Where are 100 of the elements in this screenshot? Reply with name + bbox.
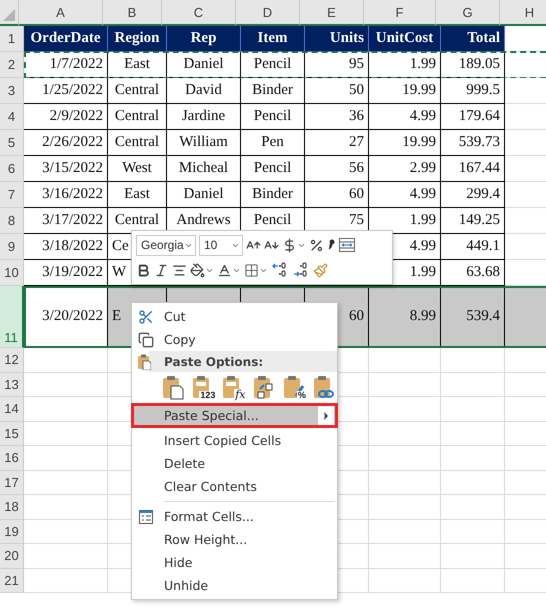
menu-item[interactable]: Row Height...	[132, 528, 337, 552]
row-header[interactable]: 20	[0, 544, 24, 568]
cell-text: Pencil	[254, 108, 292, 125]
select-all-corner[interactable]	[0, 0, 19, 26]
merge-button[interactable]	[338, 235, 356, 255]
row-header[interactable]: 3	[0, 78, 24, 104]
cell-text: 189.05	[458, 56, 500, 73]
cell-text: 60	[349, 308, 364, 325]
paintbrush-icon	[313, 262, 328, 278]
row-header[interactable]: 16	[0, 446, 24, 470]
menu-item[interactable]: Delete	[132, 452, 337, 476]
table-cell	[369, 568, 441, 593]
table-cell	[441, 446, 505, 470]
menu-item[interactable]: Cut	[132, 305, 337, 328]
cell-text: 539.73	[458, 134, 500, 151]
cell-text: 3/19/2022	[42, 264, 103, 281]
cell-text: 1/7/2022	[50, 56, 103, 73]
cell-text: David	[185, 82, 222, 99]
cell-text: 1.99	[410, 56, 436, 73]
cell-text: 2/9/2022	[50, 108, 103, 125]
cell-text: West	[122, 160, 152, 177]
menu-item[interactable]: Clear Contents	[132, 475, 337, 498]
row-header[interactable]: 17	[0, 470, 24, 495]
menu-item[interactable]: Insert Copied Cells	[132, 429, 337, 452]
row-header[interactable]: 18	[0, 495, 24, 520]
cell-text: Binder	[252, 82, 293, 99]
row-header[interactable]: 15	[0, 422, 24, 446]
table-cell	[441, 495, 505, 520]
cell-text: UnitCost	[376, 30, 434, 47]
table-cell	[369, 372, 441, 397]
column-header[interactable]: E	[300, 0, 364, 26]
paste-option-button[interactable]: 123	[190, 374, 216, 400]
table-cell	[369, 495, 441, 520]
cell-text: 4.99	[410, 186, 436, 203]
row-header[interactable]: 14	[0, 397, 24, 422]
cell-text: William	[179, 134, 228, 151]
column-header[interactable]: G	[436, 0, 500, 26]
cell-text: E	[112, 308, 122, 325]
font-field[interactable]: Georgia	[136, 234, 196, 256]
cell-text: 3/17/2022	[42, 212, 103, 229]
paste-option-button[interactable]: fx	[220, 374, 247, 400]
cell-text: 2/26/2022	[42, 134, 103, 151]
row-header[interactable]: 19	[0, 520, 24, 544]
cell-text: 3/16/2022	[42, 186, 103, 203]
cell-text: 8.99	[410, 308, 436, 325]
row-header[interactable]: 9	[0, 234, 24, 260]
submenu-item[interactable]: Paste Special...	[132, 404, 337, 428]
cell-text: 4.99	[410, 108, 436, 125]
cell-text: 27	[349, 134, 364, 151]
cell-text: 36	[349, 108, 364, 125]
row-header[interactable]: 4	[0, 104, 24, 130]
merge-cells-icon	[338, 237, 356, 253]
format-cells-icon	[138, 509, 154, 526]
triangle-icon	[3, 9, 15, 21]
column-header[interactable]: A	[19, 0, 103, 26]
cell-text: W	[112, 264, 126, 281]
font-size-field[interactable]: 10	[199, 234, 243, 256]
column-header[interactable]: F	[364, 0, 436, 26]
row-header[interactable]: 6	[0, 156, 24, 182]
cell-text: 1/25/2022	[42, 82, 103, 99]
column-header[interactable]: B	[103, 0, 162, 26]
cell-text: 50	[349, 82, 364, 99]
row-header[interactable]: 1	[0, 26, 24, 52]
paste-option-button[interactable]	[160, 374, 186, 400]
cell-text: Ce	[112, 238, 129, 255]
table-cell	[369, 520, 441, 544]
paste-option-button[interactable]: %	[280, 374, 307, 400]
menu-item[interactable]: Copy	[132, 328, 337, 351]
cell-text: East	[124, 56, 150, 73]
cell-text: Central	[114, 212, 160, 229]
cell-text: Pencil	[254, 212, 292, 229]
menu-item[interactable]: Format Cells...	[132, 505, 337, 528]
column-header[interactable]: H	[500, 0, 546, 26]
cell-text: OrderDate	[30, 30, 100, 47]
paint-bucket-icon	[190, 262, 205, 278]
cell-text: 1.99	[410, 212, 436, 229]
column-header[interactable]: C	[162, 0, 236, 26]
percent-icon	[309, 238, 324, 252]
cell-text: 999.5	[466, 82, 500, 99]
cell-text: 149.25	[458, 212, 500, 229]
row-header[interactable]: 2	[0, 52, 24, 78]
cell-text: 19.99	[402, 134, 436, 151]
row-header[interactable]: 21	[0, 568, 24, 593]
row-header[interactable]: 13	[0, 372, 24, 397]
menu-item[interactable]: Hide	[132, 551, 337, 574]
table-cell	[441, 397, 505, 422]
row-header[interactable]: 7	[0, 182, 24, 208]
table-cell	[441, 544, 505, 568]
cell-text: Pencil	[254, 160, 292, 177]
italic-icon	[154, 262, 169, 278]
row-header[interactable]: 10	[0, 260, 24, 286]
row-header[interactable]: 8	[0, 208, 24, 234]
cell-text: 3/20/2022	[42, 308, 103, 325]
menu-item[interactable]: Unhide	[132, 574, 337, 598]
row-header[interactable]: 5	[0, 130, 24, 156]
cell-text: 299.4	[466, 186, 500, 203]
row-header[interactable]: 11	[0, 286, 24, 348]
column-header[interactable]: D	[236, 0, 300, 26]
cell-text: 167.44	[458, 160, 500, 177]
row-header[interactable]: 12	[0, 348, 24, 372]
